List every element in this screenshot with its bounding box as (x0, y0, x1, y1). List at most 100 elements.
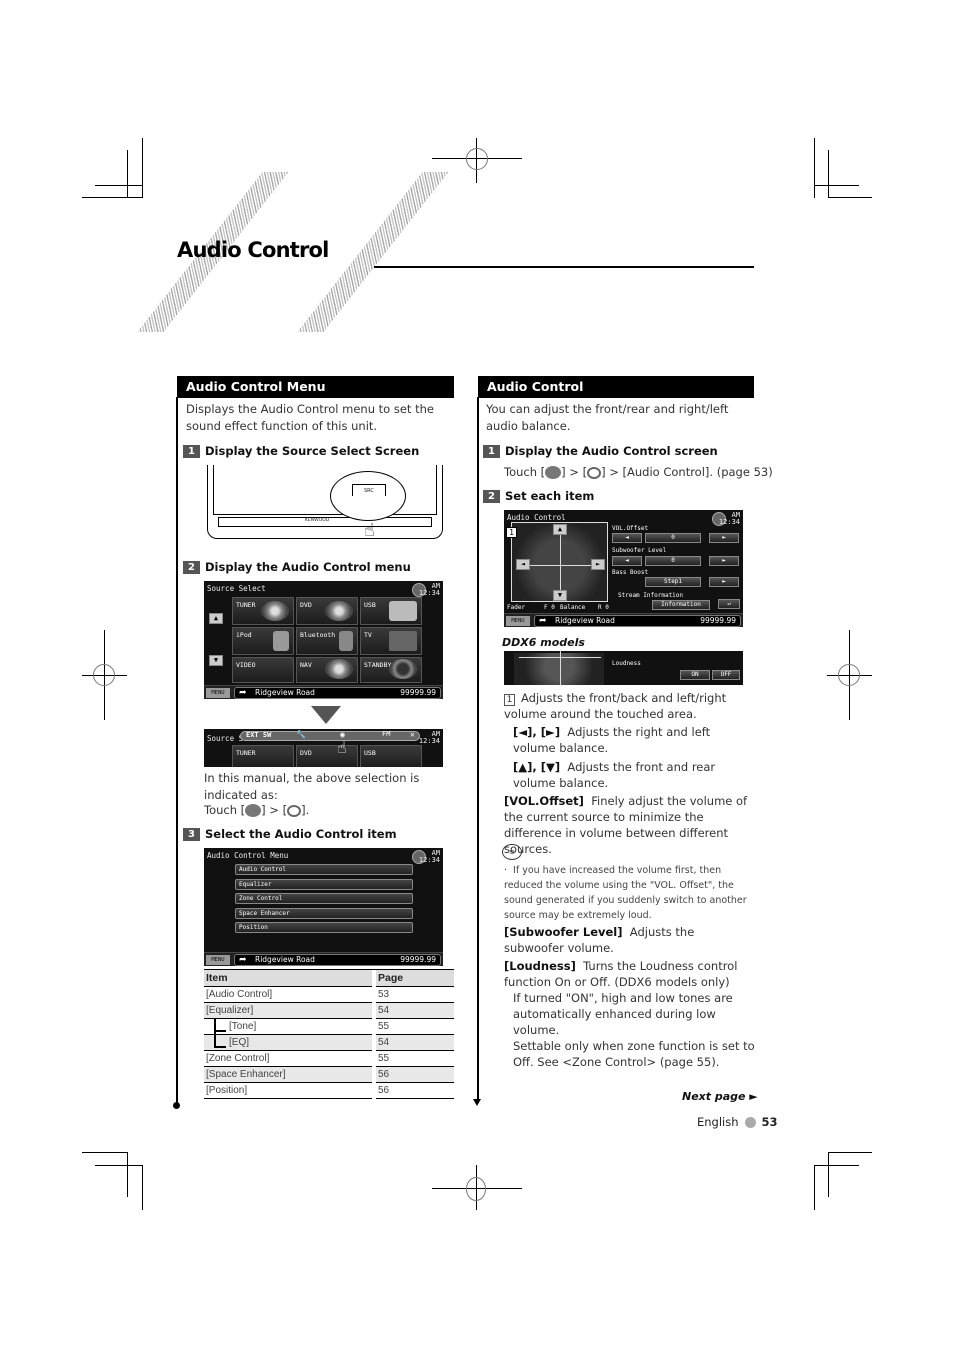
vol-offset-down-button[interactable]: ◄ (612, 533, 642, 543)
vol-offset-label: VOL.Offset (612, 525, 649, 532)
balance-up-button[interactable]: ▲ (553, 524, 567, 535)
menu-item-space-enhancer[interactable]: Space Enhancer (235, 908, 413, 919)
step-label: Set each item (505, 489, 595, 503)
turn-right-icon: ➦ (239, 955, 247, 965)
src-button-label[interactable]: SRC (364, 488, 374, 494)
road-display[interactable]: ➦ Ridgeview Road 99999.99 (534, 615, 741, 627)
source-strip-screen: Source S EXT SW 🔧 ◉ FM ✕ AM 12:34 TUNER D… (204, 729, 443, 767)
tile-tv[interactable]: TV (360, 627, 422, 655)
note-text: · If you have increased the volume first,… (504, 865, 747, 921)
return-button[interactable]: ↵ (718, 599, 740, 609)
close-icon[interactable]: ✕ (410, 730, 415, 739)
indicated-text: In this manual, the above selection is i… (204, 771, 420, 802)
back-icon (545, 466, 562, 479)
table-row: [Tone] 55 (204, 1018, 454, 1035)
loudness-off-button[interactable]: OFF (712, 670, 740, 680)
pointing-hand-icon: ☝ (337, 738, 347, 757)
road-display[interactable]: ➦ Ridgeview Road 99999.99 (234, 954, 441, 966)
clock: AM 12:34 (418, 582, 440, 597)
balance-down-button[interactable]: ▼ (553, 590, 567, 601)
bass-boost-up-button[interactable]: ► (709, 577, 739, 587)
src-zoom-callout (330, 471, 406, 521)
balance-right-button[interactable]: ► (591, 559, 605, 570)
table-row: [Zone Control] 55 (204, 1050, 454, 1067)
menu-button[interactable]: MENU (506, 616, 530, 626)
section-heading-audio-control: Audio Control (478, 376, 754, 398)
back-icon (245, 804, 262, 817)
navigation-bar: MENU ➦ Ridgeview Road 99999.99 (204, 952, 443, 966)
column-header-page: Page (376, 969, 454, 987)
note-icon: ≡ (502, 844, 522, 860)
fader-value: F 0 (544, 604, 555, 611)
scroll-up-button[interactable]: ▲ (209, 613, 223, 624)
tile-bluetooth[interactable]: Bluetooth (296, 627, 358, 655)
menu-item-equalizer[interactable]: Equalizer (235, 879, 413, 890)
fm-icon[interactable]: FM (382, 730, 390, 738)
middle-column-rule (477, 397, 479, 1099)
ext-sw-button[interactable]: EXT SW (246, 731, 271, 739)
step-label: Display the Source Select Screen (205, 444, 420, 458)
screen-title: Audio Control (507, 513, 566, 522)
information-button[interactable]: Information (652, 600, 710, 610)
tile-video[interactable]: VIDEO (232, 657, 294, 683)
tile-standby[interactable]: STANDBY (360, 657, 422, 683)
subwoofer-up-button[interactable]: ► (709, 556, 739, 566)
menu-button[interactable]: MENU (206, 688, 230, 698)
loudness-on-button[interactable]: ON (680, 670, 710, 680)
subwoofer-down-button[interactable]: ◄ (612, 556, 642, 566)
desc-vol-offset: [VOL.Offset] Finely adjust the volume of… (504, 794, 748, 856)
menu-item-position[interactable]: Position (235, 922, 413, 933)
step-number: 1 (483, 444, 500, 458)
right-step-2: 2 Set each item (483, 489, 594, 503)
next-page-link[interactable]: Next page ► (682, 1090, 758, 1103)
item-page-table: Item Page [Audio Control] 53 [Equalizer] 5… (204, 969, 454, 1099)
turn-right-icon: ➦ (539, 616, 547, 626)
turn-right-icon: ➦ (239, 688, 247, 698)
tile-dvd[interactable]: DVD (296, 745, 358, 767)
page-footer: English 53 (697, 1115, 778, 1129)
tile-nav[interactable]: NAV (296, 657, 358, 683)
vol-offset-up-button[interactable]: ► (709, 533, 739, 543)
fader-label: Fader (507, 604, 526, 611)
navigation-bar: MENU ➦ Ridgeview Road 99999.99 (204, 685, 443, 699)
right-step-1: 1 Display the Audio Control screen (483, 444, 718, 458)
page-number: 53 (761, 1115, 778, 1129)
step-number: 2 (483, 489, 500, 503)
menu-item-zone-control[interactable]: Zone Control (235, 893, 413, 904)
balance-value: R 0 (598, 604, 609, 611)
left-step-1: 1 Display the Source Select Screen (183, 444, 419, 458)
wrench-icon[interactable]: 🔧 (296, 730, 306, 739)
tile-usb[interactable]: USB (360, 597, 422, 625)
column-end-arrow (473, 1099, 481, 1106)
down-triangle-icon (311, 706, 341, 724)
road-display[interactable]: ➦ Ridgeview Road 99999.99 (234, 687, 441, 699)
table-row: [Position] 56 (204, 1082, 454, 1099)
step-number: 3 (183, 827, 200, 841)
left-step-2: 2 Display the Audio Control menu (183, 560, 411, 574)
tile-tuner[interactable]: TUNER (232, 597, 294, 625)
page-title: Audio Control (177, 238, 329, 262)
language-label: English (697, 1115, 739, 1129)
table-row: [EQ] 54 (204, 1034, 454, 1051)
subwoofer-label: Subwoofer Level (612, 547, 667, 554)
step-label: Display the Audio Control menu (205, 560, 411, 574)
tile-ipod[interactable]: iPod (232, 627, 294, 655)
left-step-3: 3 Select the Audio Control item (183, 827, 397, 841)
tile-tuner[interactable]: TUNER (232, 745, 294, 767)
tile-dvd[interactable]: DVD (296, 597, 358, 625)
menu-item-audio-control[interactable]: Audio Control (235, 864, 413, 875)
scroll-down-button[interactable]: ▼ (209, 655, 223, 666)
tile-usb[interactable]: USB (360, 745, 422, 767)
source-select-screen: Source Select AM 12:34 ▲ ▼ TUNER DVD USB … (204, 581, 443, 699)
clock: AM 12:34 (418, 849, 440, 864)
separator-dot-icon (744, 1116, 756, 1128)
menu-button[interactable]: MENU (206, 955, 230, 965)
ddx6-label: DDX6 models (502, 636, 585, 649)
vol-offset-value: 0 (645, 533, 701, 543)
balance-left-button[interactable]: ◄ (516, 559, 530, 570)
clock: AM 12:34 (418, 730, 440, 745)
navigation-bar: MENU ➦ Ridgeview Road 99999.99 (504, 613, 743, 627)
left-intro: Displays the Audio Control menu to set t… (186, 402, 434, 433)
screen-title: Source Select (207, 584, 266, 593)
clock: AM 12:34 (718, 511, 740, 526)
